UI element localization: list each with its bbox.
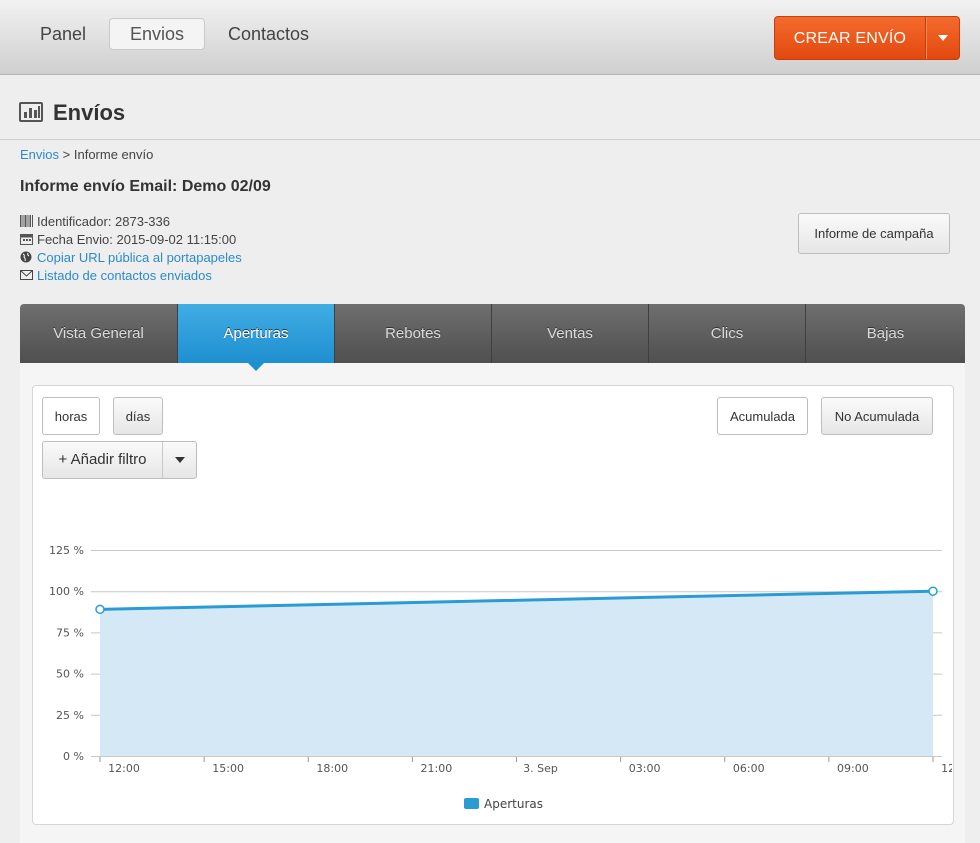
meta-copy-url: Copiar URL pública al portapapeles: [20, 249, 242, 267]
days-button[interactable]: días: [113, 397, 163, 435]
page-header: Envíos: [0, 90, 980, 140]
nav-panel[interactable]: Panel: [29, 18, 97, 50]
report-tabs: Vista General Aperturas Rebotes Ventas C…: [20, 304, 965, 363]
hours-button[interactable]: horas: [42, 397, 100, 435]
y-tick-label: 125 %: [49, 544, 84, 557]
sent-contacts-list-link[interactable]: Listado de contactos enviados: [37, 268, 212, 283]
meta-contacts-list: Listado de contactos enviados: [20, 267, 212, 285]
meta-send-date: Fecha Envio: 2015-09-02 11:15:00: [20, 231, 236, 249]
not-accumulated-button[interactable]: No Acumulada: [821, 397, 933, 435]
y-tick-label: 100 %: [49, 585, 84, 598]
tab-clics[interactable]: Clics: [649, 304, 806, 363]
x-tick-label: 21:00: [421, 762, 453, 775]
create-send-divider: [925, 17, 926, 59]
y-tick-label: 75 %: [56, 626, 84, 639]
breadcrumb-current: Informe envío: [73, 147, 154, 162]
calendar-icon: [20, 234, 33, 245]
page-title: Envíos: [53, 100, 126, 125]
x-tick-label: 06:00: [733, 762, 765, 775]
tab-vista-general[interactable]: Vista General: [20, 304, 178, 363]
legend-swatch: [464, 798, 479, 809]
x-tick-label: 09:00: [837, 762, 869, 775]
chart-series: [95, 586, 938, 756]
top-navbar: Panel Envios Contactos CREAR ENVÍO: [0, 0, 980, 75]
create-send-label[interactable]: CREAR ENVÍO: [775, 17, 925, 59]
chart-y-axis: 125 % 100 % 75 % 50 % 25 % 0 %: [49, 544, 84, 763]
accumulated-button[interactable]: Acumulada: [717, 397, 808, 435]
chart-legend[interactable]: Aperturas: [464, 797, 543, 811]
caret-down-icon: [175, 457, 185, 463]
tab-ventas[interactable]: Ventas: [492, 304, 649, 363]
chart-x-axis: 12:00 15:00 18:00 21:00 3. Sep 03:00 06:00 09:0…: [99, 757, 952, 775]
add-filter-button[interactable]: + Añadir filtro: [43, 442, 162, 478]
copy-public-url-link[interactable]: Copiar URL pública al portapapeles: [37, 250, 242, 265]
legend-label: Aperturas: [484, 797, 543, 811]
nav-envios[interactable]: Envios: [109, 18, 206, 50]
caret-down-icon: [938, 35, 948, 41]
barcode-icon: [20, 215, 33, 227]
add-filter-button-group: + Añadir filtro: [42, 441, 197, 479]
tab-rebotes[interactable]: Rebotes: [335, 304, 492, 363]
tab-aperturas[interactable]: Aperturas: [178, 304, 335, 363]
y-tick-label: 25 %: [56, 709, 84, 722]
meta-identifier: Identificador: 2873-336: [20, 213, 170, 231]
campaign-report-button[interactable]: Informe de campaña: [798, 213, 950, 254]
bar-chart-icon: [19, 102, 43, 122]
data-point: [928, 586, 938, 596]
add-filter-dropdown-toggle[interactable]: [163, 442, 196, 478]
create-send-button[interactable]: CREAR ENVÍO: [774, 16, 960, 60]
x-tick-label: 03:00: [629, 762, 661, 775]
y-tick-label: 0 %: [63, 750, 84, 763]
x-tick-label: 15:00: [212, 762, 244, 775]
x-tick-label: 18:00: [316, 762, 348, 775]
envelope-icon: [20, 270, 33, 280]
identifier-text: Identificador: 2873-336: [37, 214, 170, 229]
tab-bajas[interactable]: Bajas: [806, 304, 965, 363]
report-title: Informe envío Email: Demo 02/09: [20, 178, 271, 195]
x-tick-label: 3. Sep: [523, 762, 558, 775]
data-point: [95, 604, 105, 615]
x-tick-label: 12:00: [941, 762, 952, 775]
y-tick-label: 50 %: [56, 668, 84, 681]
breadcrumb-separator: >: [59, 147, 74, 162]
globe-icon: [20, 251, 32, 263]
breadcrumb: Envios > Informe envío: [20, 147, 153, 162]
aperturas-chart: 125 % 100 % 75 % 50 % 25 % 0 % 12:00 15:00 18:0…: [49, 544, 952, 811]
nav-contactos[interactable]: Contactos: [217, 18, 320, 50]
send-date-text: Fecha Envio: 2015-09-02 11:15:00: [37, 232, 237, 247]
active-tab-pointer: [248, 363, 264, 371]
x-tick-label: 12:00: [108, 762, 140, 775]
series-area: [100, 591, 933, 756]
breadcrumb-envios-link[interactable]: Envios: [20, 147, 59, 162]
create-send-dropdown-toggle[interactable]: [927, 17, 959, 59]
